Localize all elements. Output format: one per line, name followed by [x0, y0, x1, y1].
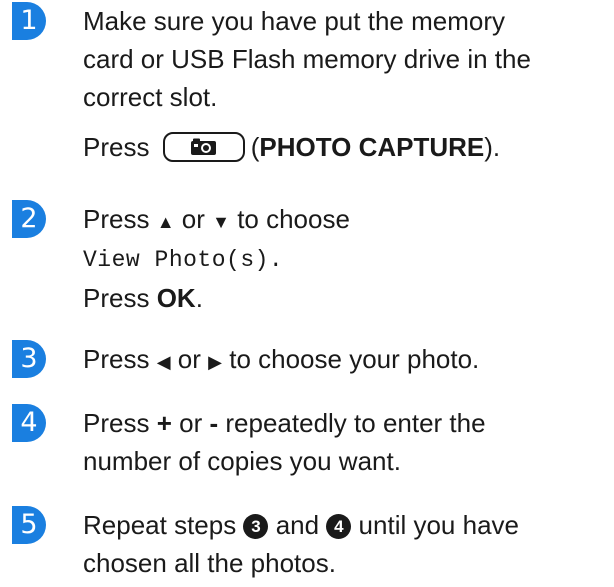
step-ref-4-icon: 4 [326, 514, 352, 539]
press-word: Press [83, 132, 150, 162]
press-word: Press [83, 204, 150, 234]
paren-close: ). [484, 132, 501, 162]
up-arrow-icon: ▲ [156, 212, 175, 232]
step-2-line-3: Press OK. [83, 279, 606, 317]
and-word: and [275, 510, 320, 540]
step-number-3: 3 [12, 340, 46, 378]
step-2-line-1: Press ▲ or ▼ to choose [83, 200, 606, 241]
photo-capture-button-icon [162, 132, 245, 163]
step-4-text: Press + or - repeatedly to enter the num… [83, 404, 606, 480]
step-1-line-3: correct slot. [83, 82, 218, 112]
ok-key-label: OK [156, 283, 196, 313]
to-choose-text: to choose [237, 204, 350, 234]
repeat-steps-text: Repeat steps [83, 510, 237, 540]
or-word: or [181, 204, 205, 234]
right-arrow-icon: ▶ [208, 352, 222, 372]
step-4-rest-text: repeatedly to enter the [225, 408, 486, 438]
or-word: or [179, 408, 203, 438]
step-5-line-1: Repeat steps 3 and 4 until you have [83, 506, 606, 544]
left-arrow-icon: ◀ [156, 352, 171, 372]
step-5-text: Repeat steps 3 and 4 until you have chos… [83, 506, 606, 582]
step-number-4: 4 [12, 404, 46, 442]
step-3-rest-text: to choose your photo. [229, 344, 480, 374]
step-4-line-1: Press + or - repeatedly to enter the [83, 404, 606, 442]
menu-item-view-photos: View Photo(s). [83, 247, 284, 273]
step-3-text: Press ◀ or ▶ to choose your photo. [83, 340, 606, 381]
step-4-line-2: number of copies you want. [83, 446, 401, 476]
step-5-line-2: chosen all the photos. [83, 548, 336, 578]
step-3-line-1: Press ◀ or ▶ to choose your photo. [83, 340, 606, 381]
camera-icon [190, 138, 216, 156]
press-word: Press [83, 283, 150, 313]
step-2-text: Press ▲ or ▼ to choose View Photo(s). Pr… [83, 200, 606, 317]
photo-capture-label: PHOTO CAPTURE [259, 132, 485, 162]
step-number-2: 2 [12, 200, 46, 238]
step-number-5: 5 [12, 506, 46, 544]
plus-key-label: + [156, 408, 172, 438]
step-ref-3-icon: 3 [243, 514, 269, 539]
step-number-1: 1 [12, 2, 46, 40]
until-text: until you have [358, 510, 519, 540]
step-1-line-1: Make sure you have put the memory [83, 6, 505, 36]
instruction-page: 1 Make sure you have put the memory card… [0, 0, 614, 587]
minus-key-label: - [209, 408, 219, 438]
period: . [195, 283, 203, 313]
down-arrow-icon: ▼ [212, 212, 230, 232]
or-word: or [177, 344, 201, 374]
press-word: Press [83, 344, 150, 374]
press-word: Press [83, 408, 150, 438]
step-1-text: Make sure you have put the memory card o… [83, 2, 606, 166]
step-1-press-line: Press (PHOTO CAPTURE). [83, 128, 606, 166]
step-1-line-2: card or USB Flash memory drive in the [83, 44, 531, 74]
